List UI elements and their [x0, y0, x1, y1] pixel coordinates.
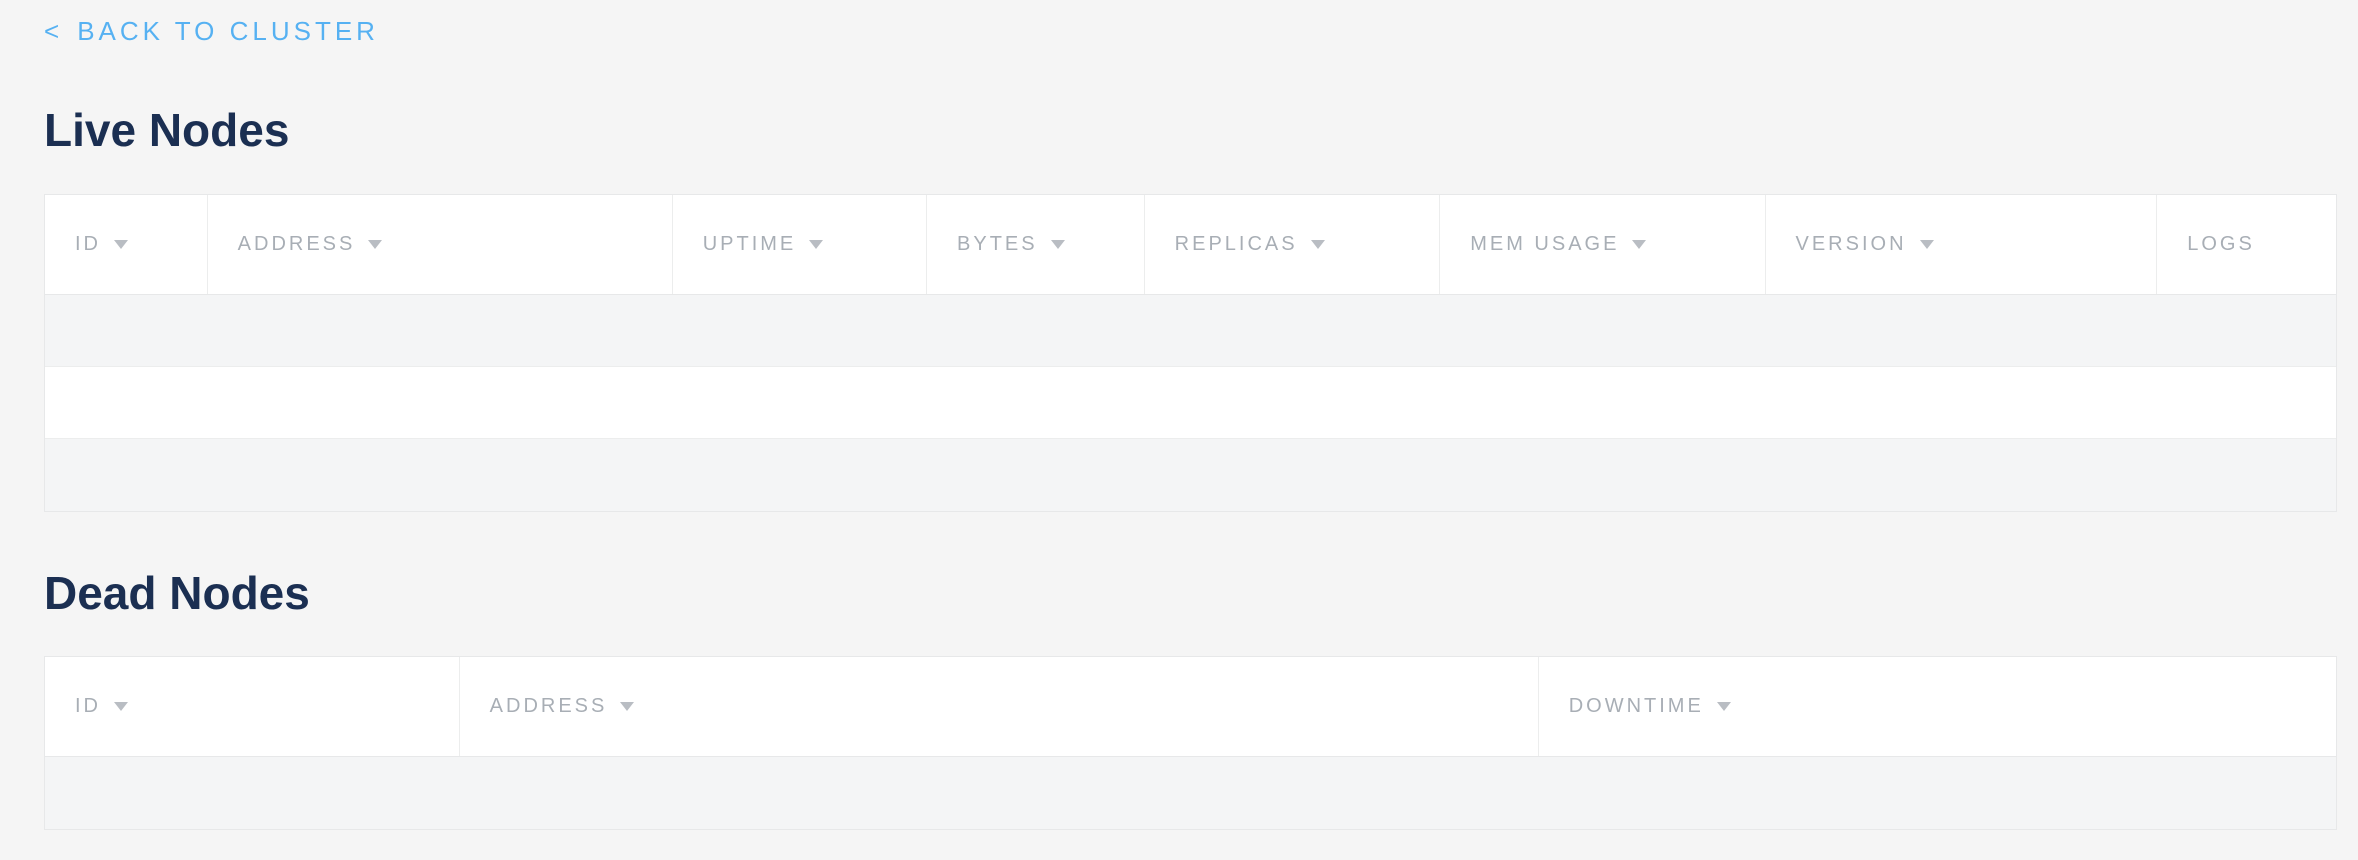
sort-arrow-icon — [114, 240, 128, 249]
dead-nodes-table: ID ADDRESS DOWNTIME — [44, 656, 2337, 830]
column-header-label: ID — [75, 233, 101, 256]
column-header-id[interactable]: ID — [45, 657, 460, 756]
back-to-cluster-link[interactable]: < BACK TO CLUSTER — [44, 16, 379, 47]
column-header-label: ADDRESS — [238, 233, 356, 256]
column-header-replicas[interactable]: REPLICAS — [1145, 195, 1441, 294]
column-header-label: UPTIME — [703, 233, 797, 256]
sort-arrow-icon — [1051, 240, 1065, 249]
column-header-label: ID — [75, 695, 101, 718]
live-nodes-table: ID ADDRESS UPTIME BYTES REPLICAS MEM USAGE VER… — [44, 194, 2337, 512]
column-header-label: VERSION — [1796, 233, 1907, 256]
sort-arrow-icon — [1632, 240, 1646, 249]
column-header-address[interactable]: ADDRESS — [208, 195, 673, 294]
column-header-label: DOWNTIME — [1569, 695, 1704, 718]
table-row — [45, 757, 2336, 829]
sort-arrow-icon — [809, 240, 823, 249]
column-header-address[interactable]: ADDRESS — [460, 657, 1539, 756]
column-header-bytes[interactable]: BYTES — [927, 195, 1145, 294]
sort-arrow-icon — [620, 702, 634, 711]
table-row — [45, 367, 2336, 439]
back-to-cluster-label: BACK TO CLUSTER — [77, 16, 379, 47]
sort-arrow-icon — [1311, 240, 1325, 249]
sort-arrow-icon — [114, 702, 128, 711]
column-header-version[interactable]: VERSION — [1766, 195, 2158, 294]
live-nodes-title: Live Nodes — [44, 105, 2314, 156]
nodes-overview-page: < BACK TO CLUSTER Live Nodes ID ADDRESS UP… — [0, 0, 2358, 830]
column-header-mem-usage[interactable]: MEM USAGE — [1440, 195, 1765, 294]
column-header-uptime[interactable]: UPTIME — [673, 195, 927, 294]
sort-arrow-icon — [368, 240, 382, 249]
column-header-label: LOGS — [2187, 233, 2255, 256]
column-header-logs: LOGS — [2157, 195, 2336, 294]
column-header-label: BYTES — [957, 233, 1038, 256]
column-header-label: MEM USAGE — [1470, 233, 1619, 256]
back-chevron-icon: < — [44, 16, 63, 47]
table-header-row: ID ADDRESS DOWNTIME — [45, 657, 2336, 757]
sort-arrow-icon — [1717, 702, 1731, 711]
column-header-id[interactable]: ID — [45, 195, 208, 294]
sort-arrow-icon — [1920, 240, 1934, 249]
column-header-downtime[interactable]: DOWNTIME — [1539, 657, 2336, 756]
table-header-row: ID ADDRESS UPTIME BYTES REPLICAS MEM USAGE VER… — [45, 195, 2336, 295]
column-header-label: REPLICAS — [1175, 233, 1298, 256]
dead-nodes-title: Dead Nodes — [44, 568, 2314, 619]
table-row — [45, 295, 2336, 367]
column-header-label: ADDRESS — [490, 695, 608, 718]
table-row — [45, 439, 2336, 511]
